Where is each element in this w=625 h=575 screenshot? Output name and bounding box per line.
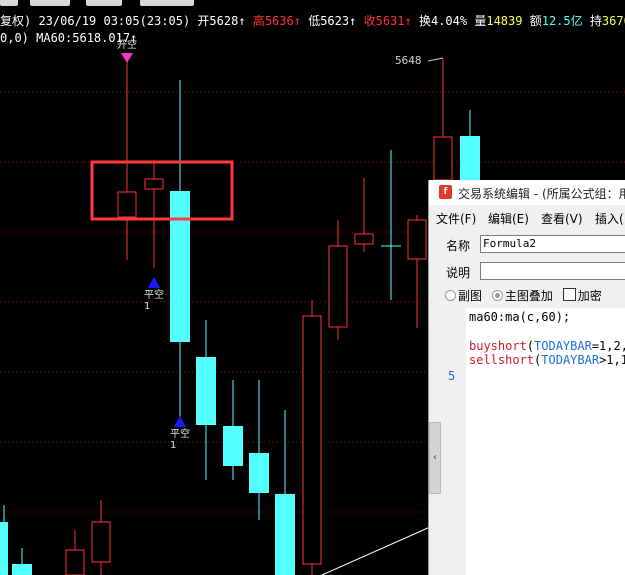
up-arrow-icon: ↑ bbox=[293, 14, 301, 28]
low-value: 5623 bbox=[320, 14, 350, 28]
high-value: 5636 bbox=[264, 14, 294, 28]
candle bbox=[407, 215, 427, 328]
code-function: TODAYBAR bbox=[541, 353, 600, 367]
code-line: buyshort(TODAYBAR=1,2,r bbox=[469, 339, 625, 353]
code-token: =1,2, bbox=[591, 339, 625, 353]
candle bbox=[91, 500, 111, 575]
signal-count: 1 bbox=[144, 301, 151, 312]
signal-label: 平空 1 bbox=[142, 290, 166, 312]
amount-value: 12.5亿 bbox=[541, 14, 583, 28]
open-value: 5628 bbox=[209, 14, 239, 28]
candle bbox=[65, 530, 85, 575]
volume-label: 量 bbox=[474, 14, 487, 28]
ma60-line bbox=[321, 526, 431, 575]
buy-cover-signal-icon bbox=[148, 277, 160, 288]
menu-insert[interactable]: 插入( bbox=[595, 210, 624, 227]
line-number-gutter: 5 bbox=[445, 308, 466, 575]
high-label: 高 bbox=[252, 14, 265, 28]
code-keyword: buyshort bbox=[469, 339, 527, 353]
sub-chart-radio[interactable]: 副图 bbox=[445, 289, 482, 303]
position-label: 持 bbox=[589, 14, 602, 28]
signal-count: 1 bbox=[170, 440, 177, 451]
turnover-value: 4.04% bbox=[430, 14, 468, 28]
menu-file[interactable]: 文件(F) bbox=[436, 210, 476, 227]
dialog-title: 交易系统编辑 - (所属公式组：用 bbox=[458, 187, 625, 201]
line-number: 5 bbox=[448, 369, 456, 383]
collapse-handle[interactable]: ‹ bbox=[429, 422, 441, 494]
candle bbox=[460, 110, 480, 180]
sub-chart-label: 副图 bbox=[458, 289, 483, 303]
name-input[interactable]: Formula2 bbox=[480, 235, 625, 253]
signal-name: 平空 bbox=[144, 290, 164, 301]
highlight-box bbox=[90, 160, 234, 221]
trading-system-editor-dialog[interactable]: f 交易系统编辑 - (所属公式组：用 文件(F) 编辑(E) 查看(V) 插入… bbox=[428, 180, 625, 575]
menu-view[interactable]: 查看(V) bbox=[541, 210, 583, 227]
close-label: 收 bbox=[363, 14, 376, 28]
turnover-label: 换 bbox=[418, 14, 431, 28]
checkbox-icon bbox=[562, 288, 576, 301]
candle bbox=[117, 58, 137, 260]
open-label: 开 bbox=[197, 14, 210, 28]
code-line: sellshort(TODAYBAR>1,1, bbox=[469, 353, 625, 367]
info-prefix: 复权) 23/06/19 03:05(23:05) bbox=[0, 14, 198, 28]
encrypt-checkbox[interactable]: 加密 bbox=[562, 288, 602, 303]
candle bbox=[354, 178, 374, 252]
high-marker-leader bbox=[427, 57, 444, 62]
buy-cover-signal-icon bbox=[174, 416, 186, 427]
high-marker-label: 5648 bbox=[395, 54, 422, 67]
dialog-title-bar[interactable]: f 交易系统编辑 - (所属公式组：用 bbox=[429, 180, 625, 205]
radio-icon bbox=[491, 290, 503, 301]
code-editor[interactable]: 5 ma60:ma(c,60); buyshort(TODAYBAR=1,2,r… bbox=[445, 308, 625, 575]
candle bbox=[196, 320, 216, 480]
encrypt-label: 加密 bbox=[577, 289, 602, 303]
candle bbox=[381, 150, 401, 300]
candle bbox=[433, 58, 453, 181]
code-line: ma60:ma(c,60); bbox=[469, 310, 571, 324]
sell-short-signal-label: 开空 bbox=[117, 40, 137, 51]
position-value: 3676 bbox=[601, 14, 625, 28]
main-overlay-label: 主图叠加 bbox=[504, 289, 553, 303]
code-function: TODAYBAR bbox=[534, 339, 592, 353]
description-input[interactable] bbox=[480, 262, 625, 280]
candle bbox=[249, 380, 269, 520]
up-arrow-icon: ↑ bbox=[349, 14, 357, 28]
signal-name: 平空 bbox=[170, 429, 190, 440]
up-arrow-icon: ↑ bbox=[238, 14, 246, 28]
volume-value: 14839 bbox=[486, 14, 523, 28]
candle bbox=[12, 548, 32, 575]
amount-label: 额 bbox=[529, 14, 542, 28]
main-overlay-radio[interactable]: 主图叠加 bbox=[491, 289, 553, 303]
candle bbox=[328, 220, 348, 340]
signal-label: 平空 1 bbox=[168, 429, 192, 451]
menu-edit[interactable]: 编辑(E) bbox=[488, 210, 529, 227]
candle bbox=[302, 300, 322, 575]
code-token: ( bbox=[526, 339, 535, 353]
ohlc-info-bar: 复权) 23/06/19 03:05(23:05) 开5628↑ 高5636↑ … bbox=[0, 12, 625, 30]
candle bbox=[170, 80, 190, 418]
radio-icon bbox=[445, 290, 456, 301]
code-token: >1,1, bbox=[599, 353, 625, 367]
name-label: 名称 bbox=[446, 239, 471, 253]
close-value: 5631 bbox=[375, 14, 405, 28]
app-icon: f bbox=[439, 185, 452, 199]
candle bbox=[144, 160, 164, 268]
sell-short-signal-icon bbox=[121, 53, 133, 63]
low-label: 低 bbox=[308, 14, 321, 28]
description-label: 说明 bbox=[446, 266, 471, 280]
code-keyword: sellshort bbox=[469, 353, 535, 367]
up-arrow-icon: ↑ bbox=[404, 14, 412, 28]
candle bbox=[275, 410, 295, 575]
menu-bar: 文件(F) 编辑(E) 查看(V) 插入( bbox=[429, 208, 625, 228]
candle bbox=[223, 380, 243, 480]
chart-options: 副图 主图叠加 加密 bbox=[445, 287, 602, 304]
candle bbox=[0, 505, 8, 575]
